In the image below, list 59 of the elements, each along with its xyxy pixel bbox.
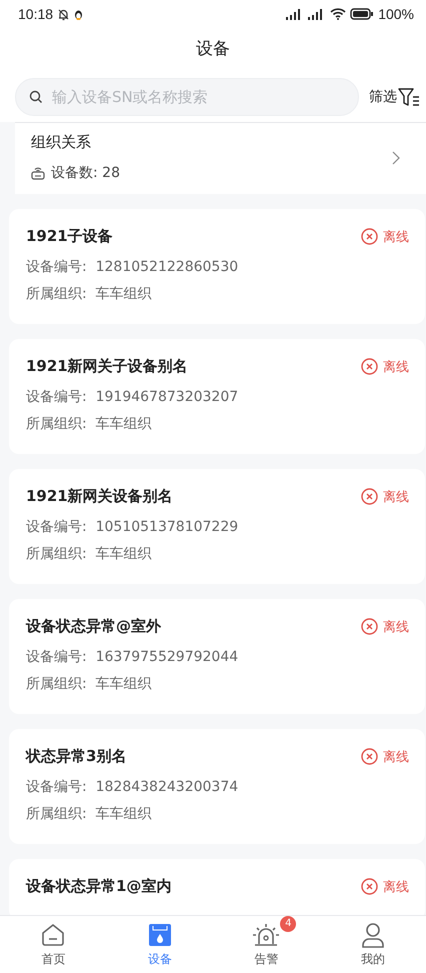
status-label: 离线 <box>361 358 409 376</box>
penguin-icon <box>74 8 84 20</box>
nav-tab[interactable]: 4 告警 <box>213 916 320 973</box>
close-circle-icon <box>361 878 378 895</box>
chevron-right-icon <box>392 150 400 164</box>
close-circle-icon <box>361 618 378 635</box>
search-icon <box>29 90 43 104</box>
device-name: 1921新网关设备别名 <box>26 487 173 506</box>
device-card[interactable]: 1921子设备 离线 设备编号: 1281052122860530 所属组织: 车车组织 <box>9 209 425 324</box>
close-circle-icon <box>361 228 378 245</box>
device-count: 设备数: 28 <box>51 164 120 182</box>
page-title: 设备 <box>0 28 426 70</box>
person-icon <box>360 922 385 948</box>
device-card[interactable]: 1921新网关设备别名 离线 设备编号: 1051051378107229 所属组织: 车车组织 <box>9 469 425 584</box>
nav-tab[interactable]: 我的 <box>320 916 426 973</box>
home-icon <box>40 922 66 948</box>
status-label: 离线 <box>361 878 409 896</box>
device-field: 设备编号: 1828438243200374 <box>26 774 409 801</box>
filter-button[interactable]: 筛选 <box>369 87 420 107</box>
device-name: 1921新网关子设备别名 <box>26 357 188 376</box>
nav-tab[interactable]: 首页 <box>0 916 106 973</box>
status-label: 离线 <box>361 228 409 246</box>
router-icon <box>31 166 45 180</box>
device-field: 所属组织: 车车组织 <box>26 671 409 698</box>
bell-muted-icon <box>57 8 70 20</box>
status-label: 离线 <box>361 748 409 766</box>
org-row[interactable]: 组织关系 设备数: 28 <box>15 122 426 194</box>
device-card[interactable]: 设备状态异常@室外 离线 设备编号: 1637975529792044 所属组织: 车车组织 <box>9 599 425 714</box>
device-field: 设备编号: 1637975529792044 <box>26 644 409 671</box>
device-field: 所属组织: 车车组织 <box>26 411 409 438</box>
battery-icon <box>350 8 374 20</box>
device-field: 所属组织: 车车组织 <box>26 541 409 568</box>
device-field: 设备编号: 1051051378107229 <box>26 514 409 541</box>
device-field: 设备编号: 1919467873203207 <box>26 384 409 411</box>
alarm-count-badge: 4 <box>280 916 296 932</box>
org-title: 组织关系 <box>31 133 92 152</box>
device-name: 设备状态异常@室外 <box>26 617 161 636</box>
nav-tab[interactable]: 设备 <box>106 916 213 973</box>
wifi-icon <box>330 8 346 20</box>
close-circle-icon <box>361 748 378 765</box>
close-circle-icon <box>361 358 378 375</box>
filter-icon <box>398 87 420 107</box>
battery-level: 100% <box>378 6 414 22</box>
search-field[interactable]: 输入设备SN或名称搜索 <box>15 78 359 116</box>
device-field: 所属组织: 车车组织 <box>26 281 409 308</box>
device-card[interactable]: 设备状态异常1@室内 离线 <box>9 859 425 915</box>
device-field: 所属组织: 车车组织 <box>26 801 409 828</box>
device-card[interactable]: 状态异常3别名 离线 设备编号: 1828438243200374 所属组织: 车车组织 <box>9 729 425 844</box>
status-label: 离线 <box>361 618 409 636</box>
device-name: 状态异常3别名 <box>26 747 126 766</box>
device-card[interactable]: 1921新网关子设备别名 离线 设备编号: 1919467873203207 所属组织: 车车组织 <box>9 339 425 454</box>
device-field: 设备编号: 1281052122860530 <box>26 254 409 281</box>
status-label: 离线 <box>361 488 409 506</box>
device-icon <box>148 922 172 946</box>
device-name: 设备状态异常1@室内 <box>26 877 172 896</box>
close-circle-icon <box>361 488 378 505</box>
device-name: 1921子设备 <box>26 227 113 246</box>
status-time: 10:18 <box>18 6 54 22</box>
siren-icon <box>252 922 280 948</box>
